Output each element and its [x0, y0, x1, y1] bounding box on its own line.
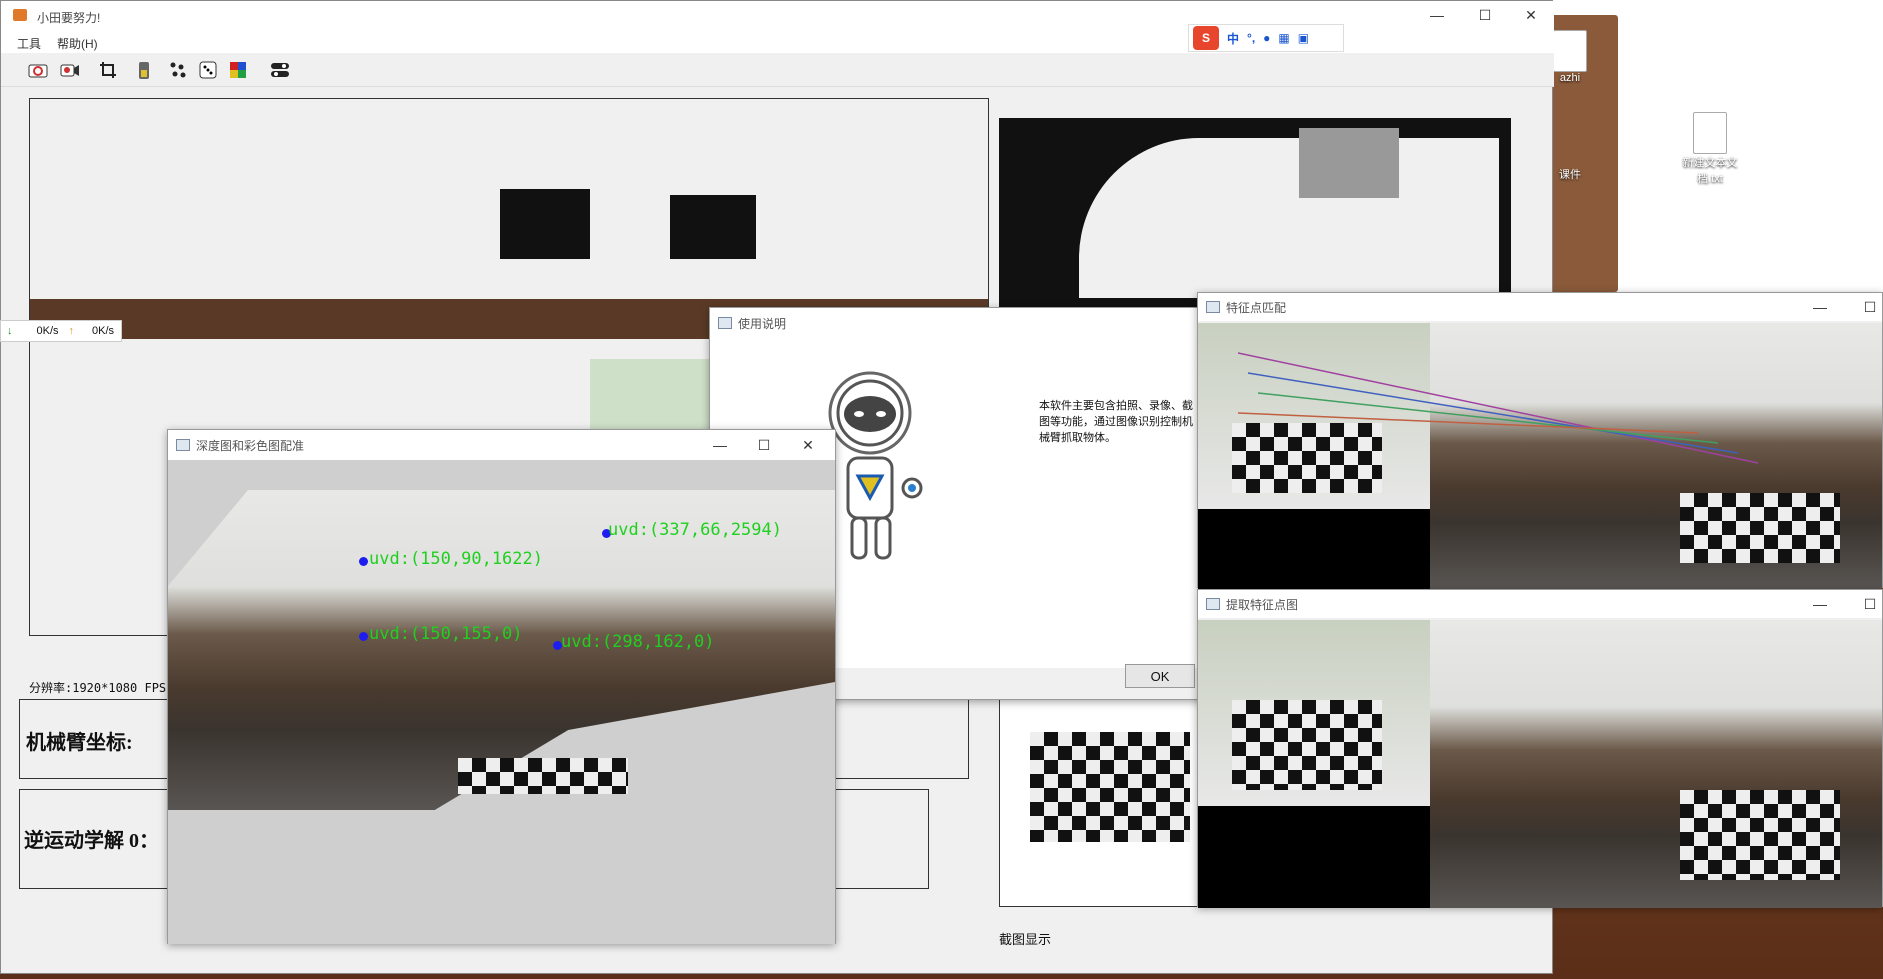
feature-match-title: 特征点匹配 — [1226, 300, 1287, 315]
feature-extract-window: 提取特征点图 — ☐ — [1197, 589, 1883, 908]
uvd-point — [359, 632, 368, 641]
maximize-button[interactable]: ☐ — [1848, 590, 1883, 618]
keyboard-icon[interactable]: ▦ — [1278, 31, 1289, 45]
resolution-text: 分辨率:1920*1080 FPS — [29, 681, 167, 695]
minimize-icon: — — [713, 437, 727, 453]
monitor — [670, 195, 756, 259]
maximize-icon: ☐ — [1863, 298, 1877, 315]
video-record-icon — [60, 64, 79, 77]
robot-icon — [828, 371, 923, 560]
match-lines — [1238, 352, 1759, 464]
minimize-button[interactable]: — — [1798, 293, 1842, 321]
desktop-icon-label: 新建文本文档.txt — [1682, 157, 1738, 185]
minimize-icon: — — [1813, 596, 1827, 612]
minimize-button[interactable]: — — [1415, 1, 1459, 29]
uvd-label: uvd:(337,66,2594) — [608, 520, 782, 540]
maximize-button[interactable]: ☐ — [1848, 293, 1883, 321]
text-file-icon — [1693, 112, 1727, 154]
checkerboard — [1232, 700, 1382, 790]
depth-view — [999, 118, 1511, 318]
extract-left-panel — [1198, 620, 1430, 908]
menu-tools[interactable]: 工具 — [17, 35, 41, 52]
camera-button[interactable] — [25, 57, 51, 83]
checkerboard — [1680, 493, 1840, 563]
window-icon — [1206, 598, 1220, 610]
maximize-button[interactable]: ☐ — [742, 431, 786, 459]
extract-right-image — [1430, 620, 1882, 908]
uvd-label: uvd:(298,162,0) — [561, 632, 715, 652]
monitor — [500, 189, 590, 259]
menu-help[interactable]: 帮助(H) — [57, 35, 98, 52]
close-icon: ✕ — [802, 436, 814, 453]
minimize-icon: — — [1813, 299, 1827, 315]
scatter-points-icon — [170, 62, 186, 78]
minimize-button[interactable]: — — [698, 431, 742, 459]
instructions-text: 本软件主要包含拍照、录像、截图等功能，通过图像识别控制机械臂抓取物体。 — [1039, 400, 1193, 444]
battery-button[interactable] — [131, 57, 157, 83]
close-button[interactable]: ✕ — [1509, 1, 1553, 29]
depth-window-title: 深度图和彩色图配准 — [196, 438, 305, 453]
feature-extract-title: 提取特征点图 — [1226, 597, 1299, 612]
window-icon — [1206, 301, 1220, 313]
toolbar — [1, 53, 1554, 87]
crop-icon — [100, 62, 116, 78]
depth-region — [1299, 128, 1399, 198]
dice-button[interactable] — [195, 57, 221, 83]
scatter-points-button[interactable] — [165, 57, 191, 83]
window-icon — [718, 317, 732, 329]
screenshot-label: 截图显示 — [999, 932, 1052, 947]
depth-registration-window: 深度图和彩色图配准 — ☐ ✕ uvd:(150,90,1622) uvd:(3… — [167, 429, 836, 944]
feature-extract-titlebar: 提取特征点图 — [1198, 590, 1882, 618]
maximize-icon: ☐ — [1478, 6, 1492, 23]
toggle-icon — [271, 63, 289, 77]
window-icon — [176, 439, 190, 451]
sogou-logo-icon: S — [1193, 26, 1219, 50]
ime-toolbar: S 中 °, ● ▦ ▣ — [1188, 24, 1344, 52]
dice-icon — [199, 61, 217, 79]
ok-button[interactable]: OK — [1125, 664, 1195, 688]
dialog-title: 使用说明 — [738, 316, 787, 331]
close-icon: ✕ — [1525, 6, 1537, 23]
upload-arrow-icon: ↑ — [68, 325, 75, 337]
desktop-icon-new-text-file[interactable]: 新建文本文档.txt — [1678, 112, 1742, 186]
main-window-title: 小田要努力! — [37, 11, 101, 25]
minimize-icon: — — [1430, 7, 1444, 23]
feature-match-window: 特征点匹配 — ☐ — [1197, 292, 1883, 589]
depth-region — [1079, 138, 1499, 298]
file-icon — [1553, 30, 1587, 72]
close-button[interactable]: ✕ — [786, 431, 830, 459]
battery-icon — [139, 62, 149, 79]
feature-match-titlebar: 特征点匹配 — [1198, 293, 1882, 321]
ime-mode[interactable]: 中 — [1227, 30, 1239, 47]
uvd-label: uvd:(150,90,1622) — [369, 549, 543, 569]
crop-button[interactable] — [95, 57, 121, 83]
ime-punct[interactable]: °, — [1247, 31, 1255, 45]
net-speed-widget[interactable]: ↓ 0K/s ↑ 0K/s — [0, 320, 122, 342]
camera-icon — [28, 64, 48, 78]
video-record-button[interactable] — [57, 57, 83, 83]
maximize-icon: ☐ — [1863, 595, 1877, 612]
upload-speed: 0K/s — [92, 325, 115, 337]
color-palette-button[interactable] — [225, 57, 251, 83]
minimize-button[interactable]: — — [1798, 590, 1842, 618]
arm-coord-label: 机械臂坐标: — [26, 732, 133, 754]
microphone-icon[interactable]: ● — [1263, 31, 1270, 45]
maximize-button[interactable]: ☐ — [1463, 1, 1507, 29]
toggle-button[interactable] — [267, 57, 293, 83]
download-arrow-icon: ↓ — [7, 325, 13, 337]
uvd-point — [359, 557, 368, 566]
checkerboard — [458, 758, 628, 794]
ik-label: 逆运动学解 0： — [24, 830, 159, 852]
uvd-label: uvd:(150,155,0) — [369, 624, 523, 644]
app-icon — [13, 9, 27, 21]
maximize-icon: ☐ — [757, 436, 771, 453]
checkerboard — [1030, 732, 1190, 842]
dialog-titlebar: 使用说明 — [710, 308, 1208, 338]
download-speed: 0K/s — [36, 325, 59, 337]
color-palette-icon — [230, 62, 246, 78]
grid-menu-icon[interactable]: ▣ — [1298, 31, 1309, 45]
checkerboard — [1680, 790, 1840, 880]
